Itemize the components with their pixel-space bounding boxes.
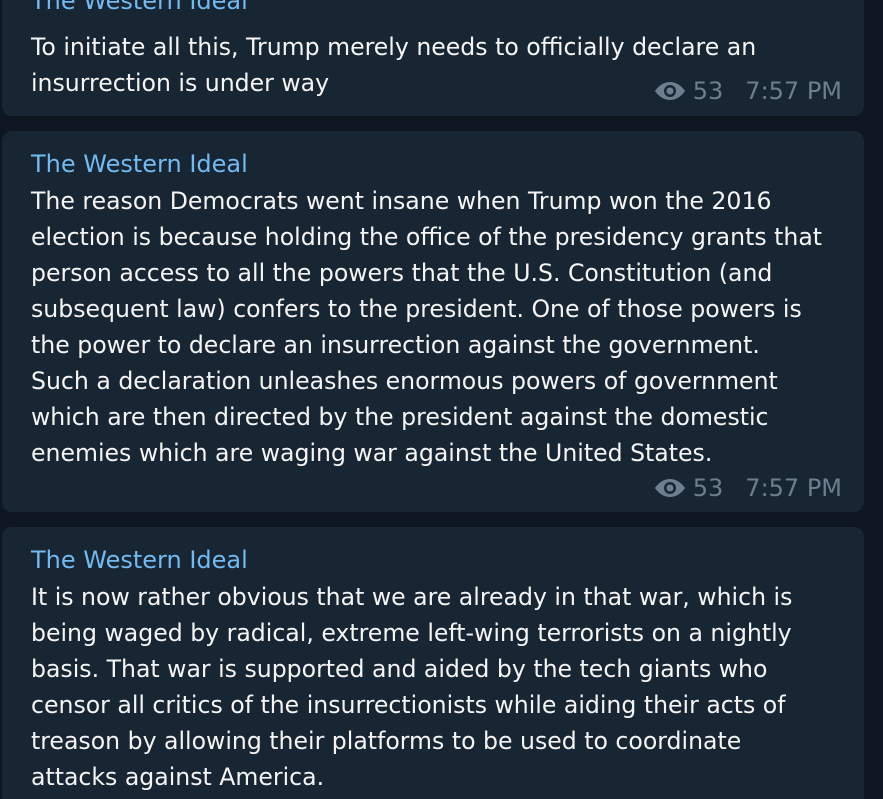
message-bubble[interactable]: The Western Ideal To initiate all this, … [2, 0, 864, 116]
message-text: The reason Democrats went insane when Tr… [31, 187, 823, 467]
message-text: It is now rather obvious that we are alr… [31, 583, 793, 791]
message-time: 7:57 PM [745, 474, 842, 502]
view-count: 53 [692, 77, 724, 105]
message-bubble[interactable]: The Western Ideal It is now rather obvio… [2, 527, 864, 799]
channel-name[interactable]: The Western Ideal [31, 149, 248, 179]
eye-icon [654, 479, 685, 497]
channel-name[interactable]: The Western Ideal [31, 545, 248, 575]
channel-name[interactable]: The Western Ideal [31, 0, 248, 16]
message-meta: 53 7:57 PM [654, 77, 842, 105]
message-feed: The Western Ideal To initiate all this, … [0, 0, 883, 799]
message-meta: 53 7:57 PM [654, 474, 842, 502]
eye-icon [654, 82, 685, 100]
message-bubble[interactable]: The Western Ideal The reason Democrats w… [2, 131, 864, 512]
message-time: 7:57 PM [745, 77, 842, 105]
view-count: 53 [692, 474, 724, 502]
